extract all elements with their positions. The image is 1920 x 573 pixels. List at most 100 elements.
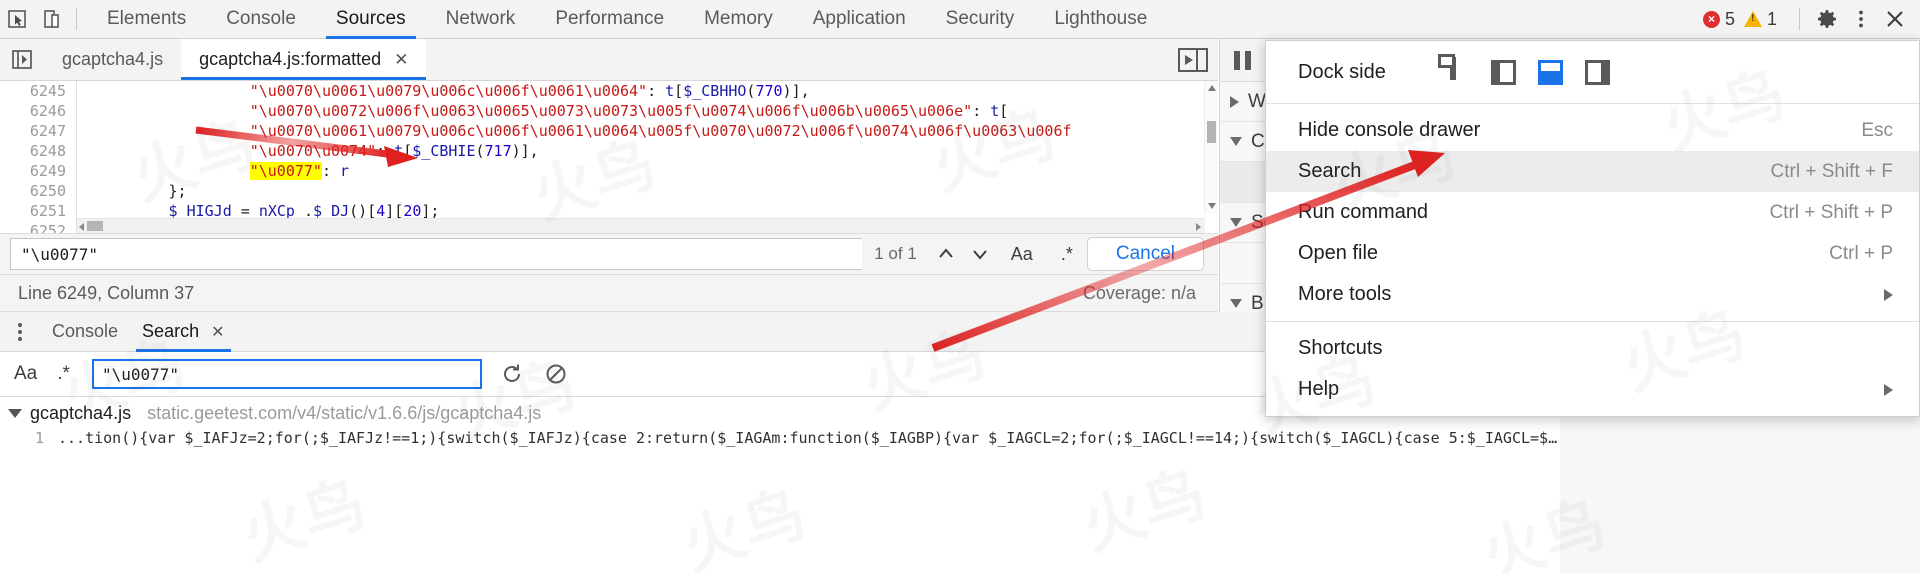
code-token: r [340,162,350,180]
tab-performance-label: Performance [555,8,665,29]
chevron-down-icon[interactable] [8,408,22,418]
close-devtools-icon[interactable] [1878,2,1912,36]
dock-side-row: Dock side [1266,47,1919,97]
clear-icon[interactable] [534,354,578,394]
tab-network[interactable]: Network [426,0,536,39]
find-input[interactable]: "\u0077" [10,238,863,270]
scroll-up-icon[interactable] [1208,85,1216,91]
menu-item-more-tools[interactable]: More tools [1266,274,1919,315]
tab-console[interactable]: Console [206,0,316,39]
line-number: 6252 [29,222,66,233]
search-input[interactable]: "\u0077" [91,359,482,389]
menu-item-shortcuts-label: Shortcuts [1298,337,1383,359]
devtools-main-toolbar: Elements Console Sources Network Perform… [0,0,1920,39]
code-token: "\u0077" [249,162,322,180]
file-tab-gcaptcha4-formatted[interactable]: gcaptcha4.js:formatted ✕ [181,39,427,80]
code-line: "\u0070\u0072\u006f\u0063\u0065\u0073\u0… [77,101,1218,121]
code-token: : [647,82,666,100]
menu-item-run-command[interactable]: Run command Ctrl + Shift + P [1266,192,1919,233]
refresh-icon[interactable] [490,354,534,394]
scroll-left-icon[interactable] [79,223,84,231]
code-line: }; [77,181,1218,201]
dock-side-options [1444,56,1610,85]
undock-into-separate-window-icon[interactable] [1444,56,1469,85]
tab-elements[interactable]: Elements [87,0,206,39]
device-toolbar-icon[interactable] [34,2,68,36]
tab-lighthouse[interactable]: Lighthouse [1034,0,1167,39]
tab-memory[interactable]: Memory [684,0,793,39]
chevron-down-icon [1230,218,1242,227]
code-token: t [394,142,404,160]
scrollbar-thumb-h[interactable] [87,221,103,231]
drawer-tab-console[interactable]: Console [40,312,130,352]
scrollbar-thumb[interactable] [1207,121,1216,143]
scroll-right-icon[interactable] [1196,223,1201,231]
drawer-more-options-icon[interactable] [0,312,40,352]
tab-security[interactable]: Security [926,0,1035,39]
menu-item-hide-console-drawer-accel: Esc [1861,119,1893,141]
menu-item-open-file-label: Open file [1298,242,1379,264]
code-token: [ [674,82,684,100]
gear-icon[interactable] [1810,2,1844,36]
chevron-right-icon [1230,95,1239,108]
tab-performance[interactable]: Performance [535,0,684,39]
tab-lighthouse-label: Lighthouse [1054,8,1148,29]
navigator-toggle-icon[interactable] [0,39,44,80]
devtools-main-menu: Dock side Hide console drawer Esc Search… [1265,40,1920,417]
search-result-row[interactable]: 1 ...tion(){var $_IAFJz=2;for(;$_IAFJz!=… [0,429,1560,459]
search-result-snippet: ...tion(){var $_IAFJz=2;for(;$_IAFJz!==1… [58,429,1560,447]
search-regex-toggle[interactable]: .* [47,363,80,385]
close-icon[interactable]: ✕ [211,322,224,342]
editor-horizontal-scrollbar[interactable] [77,218,1205,233]
search-result-file-name: gcaptcha4.js [30,402,132,423]
dock-to-left-icon[interactable] [1490,59,1516,85]
search-match-case-toggle[interactable]: Aa [0,363,47,385]
menu-item-run-command-accel: Ctrl + Shift + P [1769,201,1893,223]
show-debugger-sidebar-icon[interactable] [1178,47,1208,72]
menu-separator-1 [1266,103,1919,104]
menu-item-open-file[interactable]: Open file Ctrl + P [1266,233,1919,274]
menu-item-help[interactable]: Help [1266,369,1919,410]
source-file-tab-strip: gcaptcha4.js gcaptcha4.js:formatted ✕ [0,39,1218,81]
tab-sources[interactable]: Sources [316,0,426,39]
dock-to-right-icon[interactable] [1584,59,1610,85]
file-tab-gcaptcha4[interactable]: gcaptcha4.js [44,39,181,80]
menu-item-shortcuts[interactable]: Shortcuts [1266,328,1919,369]
find-previous-icon[interactable] [929,237,963,271]
close-icon[interactable]: ✕ [394,50,408,70]
file-tab-right-group [1178,39,1218,80]
issue-counts[interactable]: × 5 1 [1702,9,1781,30]
code-token: $_CBHHO [683,82,747,100]
scroll-down-icon[interactable] [1208,203,1216,209]
menu-item-hide-console-drawer-label: Hide console drawer [1298,119,1481,141]
code-token: t [665,82,675,100]
drawer-tab-console-label: Console [52,321,119,341]
code-line: "\u0070\u0061\u0079\u006c\u006f\u0061\u0… [77,121,1218,141]
find-regex-toggle[interactable]: .* [1047,244,1087,265]
code-content[interactable]: "\u0070\u0061\u0079\u006c\u006f\u0061\u0… [77,81,1218,233]
find-cancel-button[interactable]: Cancel [1086,237,1204,271]
code-editor[interactable]: 6245 6246 6247 6248 6249 6250 6251 6252 … [0,81,1218,233]
find-match-case-toggle[interactable]: Aa [997,244,1047,265]
menu-item-hide-console-drawer[interactable]: Hide console drawer Esc [1266,110,1919,151]
warning-icon [1743,11,1762,27]
menu-item-search[interactable]: Search Ctrl + Shift + F [1266,151,1919,192]
line-number: 6249 [29,162,66,180]
editor-status-bar: Line 6249, Column 37 Coverage: n/a [0,275,1218,312]
editor-vertical-scrollbar[interactable] [1204,81,1218,213]
menu-separator-2 [1266,321,1919,322]
line-number: 6251 [29,202,66,220]
code-line: "\u0070\u0074": t[$_CBHIE(717)], [77,141,1218,161]
tab-network-label: Network [445,8,516,29]
inspect-element-icon[interactable] [0,2,34,36]
file-tab-gcaptcha4-formatted-label: gcaptcha4.js:formatted [199,49,382,69]
pause-icon[interactable] [1234,50,1251,70]
file-tab-gcaptcha4-label: gcaptcha4.js [62,49,164,69]
menu-item-search-accel: Ctrl + Shift + F [1770,160,1893,182]
search-results-list[interactable]: gcaptcha4.js static.geetest.com/v4/stati… [0,396,1560,573]
more-options-kebab-icon[interactable] [1844,2,1878,36]
tab-application[interactable]: Application [793,0,926,39]
drawer-tab-search[interactable]: Search ✕ [130,312,236,352]
dock-to-bottom-icon[interactable] [1537,59,1563,85]
find-next-icon[interactable] [963,237,997,271]
